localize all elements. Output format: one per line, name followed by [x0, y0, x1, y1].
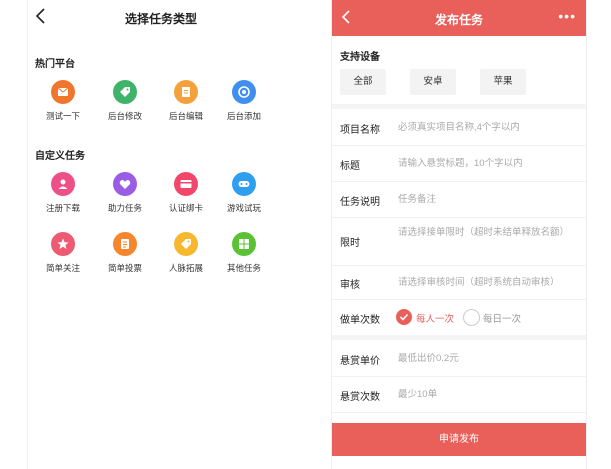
radio-unchecked-icon[interactable]: [463, 309, 480, 326]
heart-icon: [113, 172, 137, 196]
envelope-icon: [51, 80, 75, 104]
unit-price-row[interactable]: 悬赏单价 最低出价0.2元: [332, 340, 586, 377]
publish-task-panel: 发布任务 ••• 支持设备 全部 安卓 苹果 项目名称 必须真实项目名称,4个字…: [331, 0, 587, 469]
more-icon[interactable]: •••: [558, 9, 576, 23]
hot-platform-tile[interactable]: 测试一下: [33, 80, 93, 122]
hot-platform-label: 后台添加: [226, 111, 261, 121]
task-type-header: 选择任务类型: [28, 0, 294, 36]
times-option-each-person[interactable]: 每人一次: [416, 311, 454, 325]
tag-icon: [113, 80, 137, 104]
custom-task-label: 注册下载: [45, 203, 80, 213]
custom-task-tile[interactable]: 简单关注: [33, 232, 93, 274]
review-row[interactable]: 审核 请选择审核时间（超时系统自动审核）: [332, 265, 586, 300]
device-ios-button[interactable]: 苹果: [480, 69, 526, 95]
hot-platform-tile[interactable]: 后台编辑: [156, 80, 216, 122]
title-row[interactable]: 标题 请输入悬赏标题，10个字以内: [332, 145, 586, 182]
custom-task-label: 助力任务: [107, 203, 142, 213]
project-name-input[interactable]: 必须真实项目名称,4个字以内: [398, 121, 576, 135]
hot-platform-label: 后台修改: [107, 111, 142, 121]
reward-count-row[interactable]: 悬赏次数 最少10单: [332, 376, 586, 413]
custom-task-tile[interactable]: 游戏试玩: [214, 172, 274, 214]
document-icon: [174, 80, 198, 104]
tag-icon: [174, 232, 198, 256]
custom-task-label: 简单关注: [45, 263, 80, 273]
apps-icon: [232, 232, 256, 256]
publish-header: 发布任务 •••: [332, 0, 586, 36]
project-name-label: 项目名称: [340, 125, 380, 136]
review-select[interactable]: 请选择审核时间（超时系统自动审核）: [398, 276, 576, 290]
unit-price-label: 悬赏单价: [340, 356, 380, 367]
custom-task-tile[interactable]: 其他任务: [214, 232, 274, 274]
custom-task-label: 认证绑卡: [168, 203, 203, 213]
hot-platform-label: 后台编辑: [168, 111, 203, 121]
star-icon: [51, 232, 75, 256]
times-label: 做单次数: [340, 315, 380, 326]
custom-task-tile[interactable]: 助力任务: [95, 172, 155, 214]
support-device-label: 支持设备: [340, 52, 380, 63]
custom-task-label: 人脉拓展: [168, 263, 203, 273]
custom-task-tile[interactable]: 注册下载: [33, 172, 93, 214]
description-row[interactable]: 任务说明 任务备注: [332, 181, 586, 218]
time-limit-select[interactable]: 请选择接单限时（超时未结单释放名额）: [398, 226, 576, 240]
custom-task-tile[interactable]: 简单投票: [95, 232, 155, 274]
submit-button[interactable]: 申请发布: [332, 423, 586, 456]
reward-count-label: 悬赏次数: [340, 392, 380, 403]
hot-platform-tile[interactable]: 后台修改: [95, 80, 155, 122]
times-row: 做单次数 每人一次 每日一次: [332, 299, 586, 335]
hot-section-title: 热门平台: [35, 59, 75, 70]
device-all-button[interactable]: 全部: [340, 69, 386, 95]
project-name-row[interactable]: 项目名称 必须真实项目名称,4个字以内: [332, 109, 586, 146]
list-icon: [113, 232, 137, 256]
custom-task-tile[interactable]: 人脉拓展: [156, 232, 216, 274]
custom-section-title: 自定义任务: [35, 151, 85, 162]
unit-price-input[interactable]: 最低出价0.2元: [398, 352, 576, 366]
custom-task-tile[interactable]: 认证绑卡: [156, 172, 216, 214]
reward-count-input[interactable]: 最少10单: [398, 388, 576, 402]
time-limit-row[interactable]: 限时 请选择接单限时（超时未结单释放名额）: [332, 217, 586, 266]
publish-title: 发布任务: [434, 13, 483, 27]
device-android-button[interactable]: 安卓: [410, 69, 456, 95]
custom-task-label: 其他任务: [226, 263, 261, 273]
radio-checked-icon[interactable]: [396, 309, 412, 325]
title-label: 标题: [340, 161, 360, 172]
custom-task-label: 游戏试玩: [226, 203, 261, 213]
hot-platform-label: 测试一下: [45, 111, 80, 121]
description-label: 任务说明: [340, 197, 380, 208]
description-input[interactable]: 任务备注: [398, 193, 576, 207]
review-label: 审核: [340, 280, 360, 291]
gamepad-icon: [232, 172, 256, 196]
page-title: 选择任务类型: [124, 12, 197, 26]
hot-platform-tile[interactable]: 后台添加: [214, 80, 274, 122]
custom-task-label: 简单投票: [107, 263, 142, 273]
target-icon: [232, 80, 256, 104]
user-icon: [51, 172, 75, 196]
card-icon: [174, 172, 198, 196]
time-limit-label: 限时: [340, 238, 360, 249]
times-option-daily[interactable]: 每日一次: [483, 311, 521, 325]
title-input[interactable]: 请输入悬赏标题，10个字以内: [398, 157, 576, 171]
task-type-panel: 选择任务类型 热门平台 测试一下 后台修改 后台编辑 后台添加 自定义任务 注册下载 助…: [27, 0, 294, 469]
